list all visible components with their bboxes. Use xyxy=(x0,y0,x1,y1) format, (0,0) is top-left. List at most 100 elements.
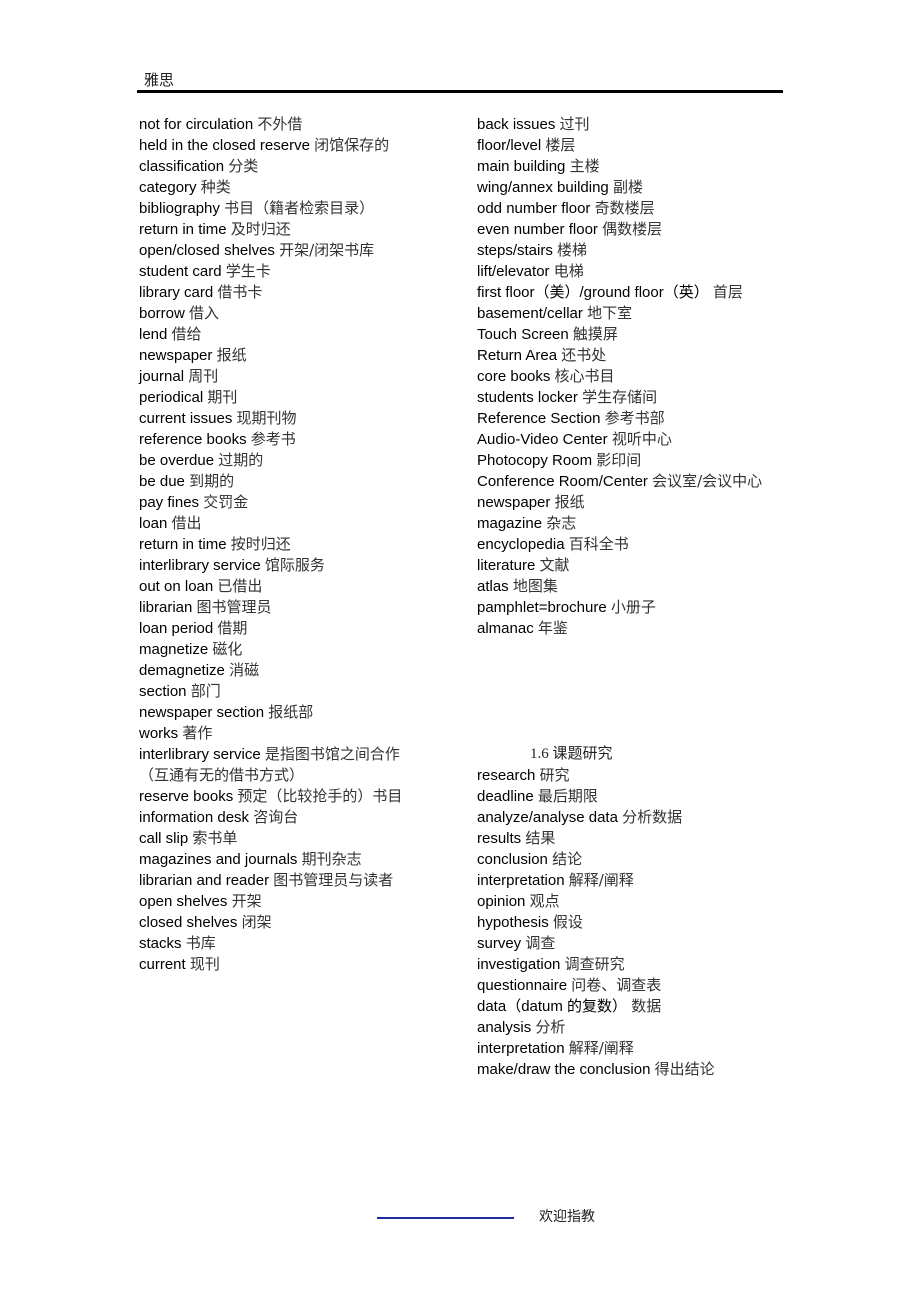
vocab-entry: category 种类 xyxy=(139,177,429,198)
vocab-entry: periodical 期刊 xyxy=(139,387,429,408)
vocab-entry: lift/elevator 电梯 xyxy=(477,261,777,282)
english-term: stacks xyxy=(139,935,182,952)
vocab-entry: steps/stairs 楼梯 xyxy=(477,240,777,261)
english-term: student card xyxy=(139,263,222,280)
english-term: held in the closed reserve xyxy=(139,137,310,154)
chinese-translation: 开架 xyxy=(231,892,262,910)
english-term: back issues xyxy=(477,116,556,133)
vocab-entry: lend 借给 xyxy=(139,324,429,345)
english-term: Reference Section xyxy=(477,410,601,427)
chinese-translation: 开架/闭架书库 xyxy=(279,241,375,259)
vocab-entry: interpretation 解释/阐释 xyxy=(477,1038,777,1059)
chinese-translation: 现刊 xyxy=(189,955,220,973)
english-term: classification xyxy=(139,158,225,175)
vocab-entry: newspaper 报纸 xyxy=(477,492,777,513)
english-term: bibliography xyxy=(139,200,220,217)
english-term: conclusion xyxy=(477,851,548,868)
vocab-entry: research 研究 xyxy=(477,765,777,786)
english-term: hypothesis xyxy=(477,914,549,931)
vocab-entry: loan 借出 xyxy=(139,513,429,534)
column-spacer xyxy=(477,639,777,744)
vocab-entry: out on loan 已借出 xyxy=(139,576,429,597)
vocab-entry: be due 到期的 xyxy=(139,471,429,492)
vocab-entry: investigation 调查研究 xyxy=(477,954,777,975)
english-term: interlibrary service xyxy=(139,557,261,574)
chinese-translation: 现期刊物 xyxy=(236,409,297,427)
chinese-translation: 核心书目 xyxy=(554,367,615,385)
chinese-translation: 书目（籍者检索目录） xyxy=(224,199,375,217)
vocab-entry: almanac 年鉴 xyxy=(477,618,777,639)
english-term: deadline xyxy=(477,788,534,805)
vocab-entry: analysis 分析 xyxy=(477,1017,777,1038)
chinese-translation: 图书管理员与读者 xyxy=(273,871,394,889)
vocab-entry: reference books 参考书 xyxy=(139,429,429,450)
vocab-entry: make/draw the conclusion 得出结论 xyxy=(477,1059,777,1080)
chinese-translation: 年鉴 xyxy=(537,619,568,637)
footer-link[interactable] xyxy=(377,1217,514,1219)
vocab-entry: open shelves 开架 xyxy=(139,891,429,912)
chinese-translation: 闭馆保存的 xyxy=(314,136,390,154)
english-term: librarian and reader xyxy=(139,872,270,889)
chinese-translation: 解释/阐释 xyxy=(568,1039,634,1057)
chinese-translation: 百科全书 xyxy=(568,535,629,553)
chinese-translation: 假设 xyxy=(552,913,583,931)
english-term: survey xyxy=(477,935,522,952)
vocab-entry: classification 分类 xyxy=(139,156,429,177)
vocab-entry: newspaper 报纸 xyxy=(139,345,429,366)
english-term: lift/elevator xyxy=(477,263,550,280)
english-term: questionnaire xyxy=(477,977,568,994)
vocab-entry: results 结果 xyxy=(477,828,777,849)
chinese-translation: 主楼 xyxy=(569,157,600,175)
vocab-entry: magnetize 磁化 xyxy=(139,639,429,660)
chinese-translation: 结果 xyxy=(525,829,556,847)
vocab-entry: interlibrary service 是指图书馆之间合作（互通有无的借书方式… xyxy=(139,744,429,786)
vocab-entry: pay fines 交罚金 xyxy=(139,492,429,513)
english-term: atlas xyxy=(477,578,509,595)
chinese-translation: 偶数楼层 xyxy=(602,220,663,238)
chinese-translation: 分析数据 xyxy=(622,808,683,826)
vocab-entry: deadline 最后期限 xyxy=(477,786,777,807)
chinese-translation: 分类 xyxy=(228,157,259,175)
vocab-entry: encyclopedia 百科全书 xyxy=(477,534,777,555)
vocab-entry: librarian 图书管理员 xyxy=(139,597,429,618)
english-term: make/draw the conclusion xyxy=(477,1061,651,1078)
footer-text: 欢迎指教 xyxy=(539,1209,595,1225)
chinese-translation: 周刊 xyxy=(188,367,219,385)
english-term: librarian xyxy=(139,599,193,616)
english-term: analysis xyxy=(477,1019,532,1036)
vocab-entry: borrow 借入 xyxy=(139,303,429,324)
chinese-translation: 调查研究 xyxy=(564,955,625,973)
chinese-translation: 借期 xyxy=(217,619,248,637)
vocab-entry: wing/annex building 副楼 xyxy=(477,177,777,198)
english-term: works xyxy=(139,725,179,742)
page-header-title: 雅思 xyxy=(144,73,175,89)
english-term: loan xyxy=(139,515,168,532)
vocab-entry: not for circulation 不外借 xyxy=(139,114,429,135)
vocab-entry: magazines and journals 期刊杂志 xyxy=(139,849,429,870)
chinese-translation: 索书单 xyxy=(192,829,238,847)
english-term: encyclopedia xyxy=(477,536,565,553)
english-term: investigation xyxy=(477,956,561,973)
chinese-translation: 奇数楼层 xyxy=(594,199,655,217)
vocab-entry: literature 文献 xyxy=(477,555,777,576)
chinese-translation: 报纸部 xyxy=(268,703,314,721)
vocab-entry: Audio-Video Center 视听中心 xyxy=(477,429,777,450)
english-term: Return Area xyxy=(477,347,558,364)
english-term: open shelves xyxy=(139,893,228,910)
vocab-entry: questionnaire 问卷、调查表 xyxy=(477,975,777,996)
english-term: return in time xyxy=(139,536,227,553)
chinese-translation: 地图集 xyxy=(512,577,558,595)
vocab-entry: interpretation 解释/阐释 xyxy=(477,870,777,891)
chinese-translation: 借给 xyxy=(171,325,202,343)
chinese-translation: 电梯 xyxy=(553,262,584,280)
english-term: demagnetize xyxy=(139,662,225,679)
chinese-translation: 咨询台 xyxy=(253,808,299,826)
english-term: pay fines xyxy=(139,494,200,511)
vocab-entry: be overdue 过期的 xyxy=(139,450,429,471)
vocab-entry: first floor（美）/ground floor（英） 首层 xyxy=(477,282,777,303)
vocab-entry: back issues 过刊 xyxy=(477,114,777,135)
vocab-entry: analyze/analyse data 分析数据 xyxy=(477,807,777,828)
english-term: main building xyxy=(477,158,566,175)
english-term: return in time xyxy=(139,221,227,238)
english-term: open/closed shelves xyxy=(139,242,275,259)
